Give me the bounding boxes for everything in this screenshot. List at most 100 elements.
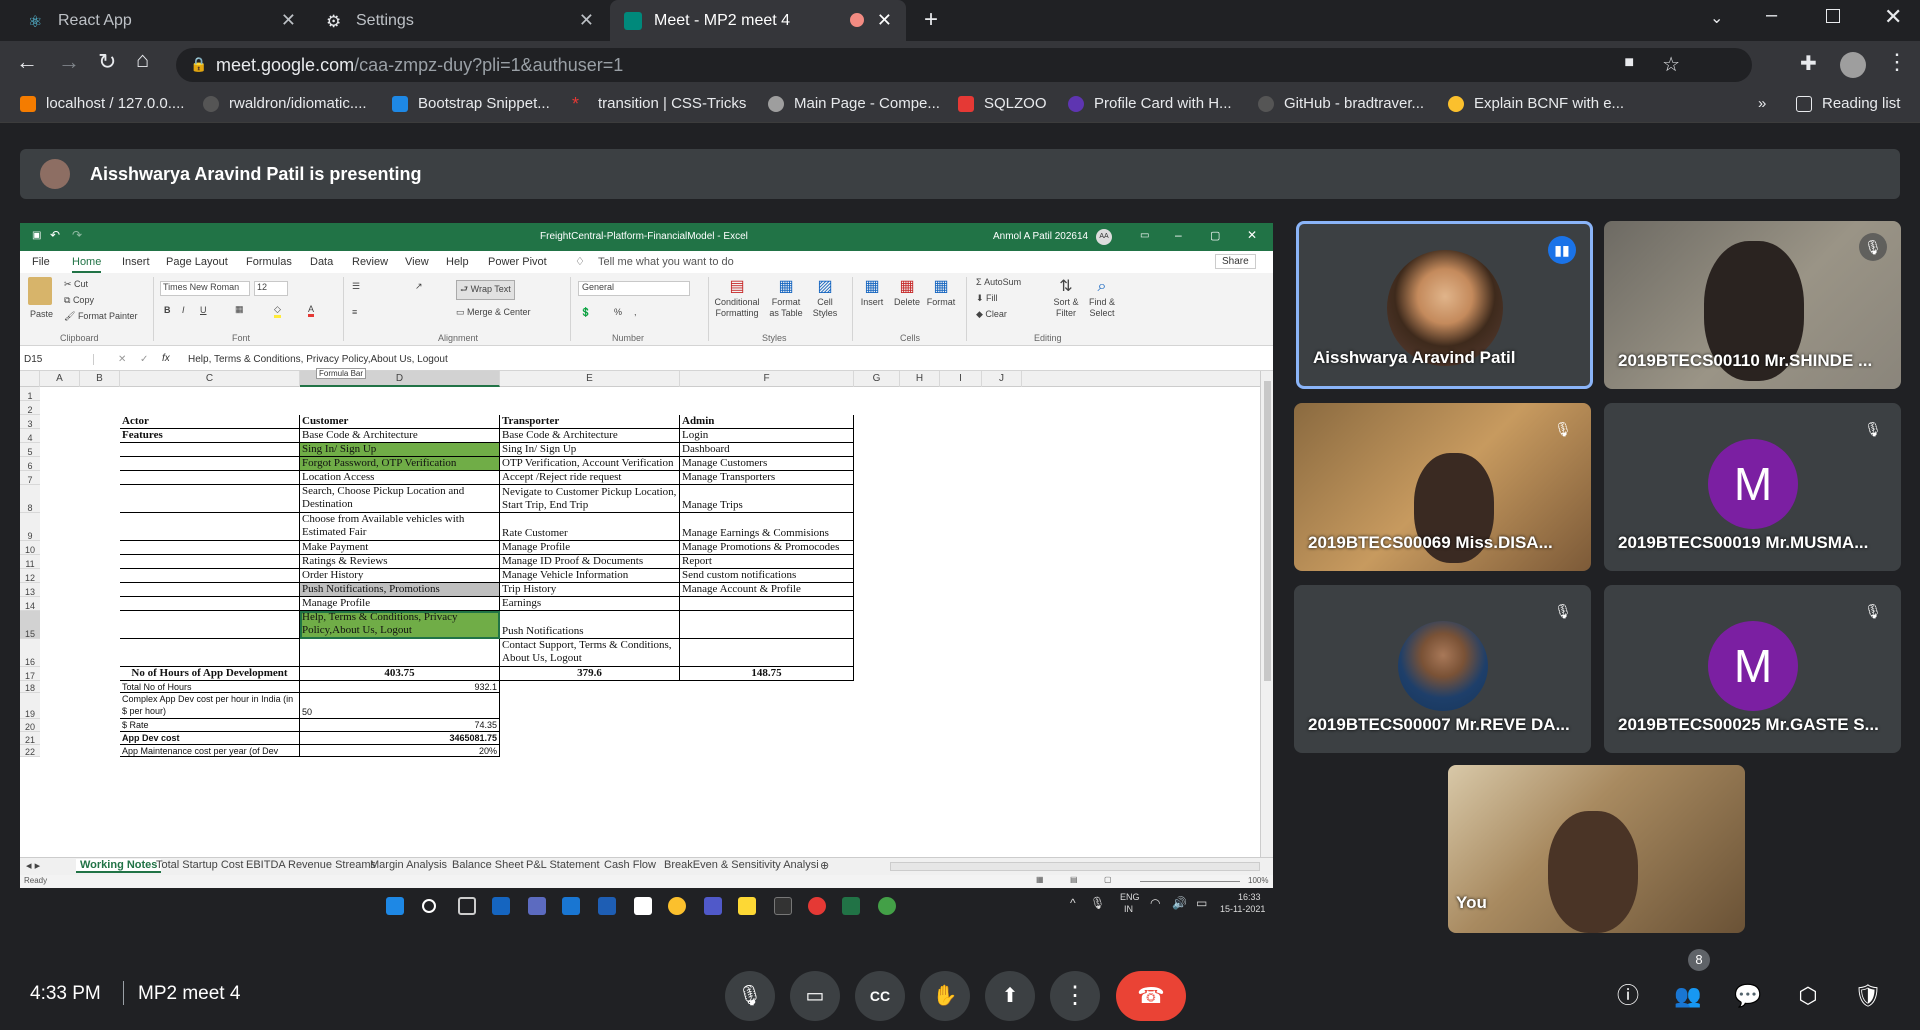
- table-cell[interactable]: $ Rate: [120, 719, 300, 732]
- name-box[interactable]: D15: [24, 354, 94, 365]
- table-cell[interactable]: [120, 443, 300, 457]
- microphone-button[interactable]: 🎙: [725, 971, 775, 1021]
- table-cell[interactable]: [120, 541, 300, 555]
- bookmark-item[interactable]: GitHub - bradtraver...: [1258, 95, 1424, 112]
- format-cells-button[interactable]: ▦ Format: [926, 277, 956, 308]
- close-icon[interactable]: ✕: [579, 10, 594, 31]
- host-controls-icon[interactable]: 🛡: [1850, 978, 1886, 1014]
- participant-tile[interactable]: ▮▮ Aisshwarya Aravind Patil: [1296, 221, 1593, 389]
- align-top-icon[interactable]: ☰: [352, 281, 360, 292]
- total-value[interactable]: 403.75: [300, 667, 500, 681]
- bookmark-item[interactable]: SQLZOO: [958, 95, 1047, 112]
- table-cell[interactable]: [120, 457, 300, 471]
- total-label[interactable]: No of Hours of App Development: [120, 667, 300, 681]
- font-size-select[interactable]: 12: [254, 281, 288, 296]
- delete-cells-button[interactable]: ▦ Delete: [892, 277, 922, 308]
- table-cell[interactable]: Login: [680, 429, 854, 443]
- wifi-icon[interactable]: ◠: [1150, 896, 1160, 910]
- excel-close-button[interactable]: ✕: [1247, 228, 1257, 242]
- table-cell[interactable]: [680, 639, 854, 667]
- table-cell[interactable]: Manage ID Proof & Documents: [500, 555, 680, 569]
- menu-help[interactable]: Help: [446, 256, 469, 268]
- participant-tile[interactable]: 🎙 2019BTECS00110 Mr.SHINDE ...: [1604, 221, 1901, 389]
- row-header[interactable]: 17: [20, 667, 40, 681]
- table-cell[interactable]: [120, 611, 300, 639]
- battery-icon[interactable]: ▭: [1196, 896, 1207, 910]
- horizontal-scrollbar[interactable]: [890, 862, 1260, 871]
- percent-icon[interactable]: %: [614, 307, 622, 317]
- row-header[interactable]: 1: [20, 387, 40, 401]
- row-header[interactable]: 22: [20, 745, 40, 757]
- table-cell[interactable]: Actor: [120, 415, 300, 429]
- table-cell[interactable]: Choose from Available vehicles with Esti…: [300, 513, 500, 541]
- chrome-icon[interactable]: [808, 897, 826, 915]
- camera-blocked-icon[interactable]: ■: [1624, 54, 1634, 72]
- copy-button[interactable]: ⧉ Copy: [64, 295, 94, 306]
- present-button[interactable]: ⬆: [985, 971, 1035, 1021]
- table-cell[interactable]: [120, 639, 300, 667]
- row-header[interactable]: 4: [20, 429, 40, 443]
- bold-button[interactable]: B: [164, 305, 171, 315]
- table-cell[interactable]: Manage Transporters: [680, 471, 854, 485]
- zoom-slider[interactable]: [1140, 881, 1240, 882]
- table-cell[interactable]: Total No of Hours: [120, 681, 300, 693]
- amazon-icon[interactable]: [634, 897, 652, 915]
- table-cell[interactable]: 932.1: [300, 681, 500, 693]
- window-close-button[interactable]: ✕: [1884, 4, 1902, 30]
- chrome-canary-icon[interactable]: [878, 897, 896, 915]
- table-cell[interactable]: Base Code & Architecture: [500, 429, 680, 443]
- table-cell[interactable]: [120, 597, 300, 611]
- participant-tile[interactable]: 🎙 2019BTECS00007 Mr.REVE DA...: [1294, 585, 1591, 753]
- extensions-icon[interactable]: ✚: [1800, 51, 1817, 76]
- undo-icon[interactable]: ↶: [50, 228, 60, 242]
- minimize-button[interactable]: –: [1766, 4, 1777, 27]
- table-cell[interactable]: Push Notifications: [500, 611, 680, 639]
- table-cell[interactable]: Rate Customer: [500, 513, 680, 541]
- sheet-tab[interactable]: Balance Sheet: [452, 859, 524, 871]
- total-value[interactable]: 379.6: [500, 667, 680, 681]
- table-cell[interactable]: [120, 569, 300, 583]
- enter-icon[interactable]: ✓: [140, 354, 148, 365]
- teams-icon[interactable]: [704, 897, 722, 915]
- menu-home[interactable]: Home: [72, 256, 102, 273]
- table-cell[interactable]: Search, Choose Pickup Location and Desti…: [300, 485, 500, 513]
- column-header[interactable]: E: [500, 371, 680, 387]
- row-header[interactable]: 9: [20, 513, 40, 541]
- row-header[interactable]: 21: [20, 732, 40, 745]
- bookmark-star-icon[interactable]: ☆: [1662, 52, 1680, 77]
- function-icon[interactable]: fx: [162, 353, 170, 364]
- chrome-icon[interactable]: [668, 897, 686, 915]
- sheet-tab[interactable]: Margin Analysis: [370, 859, 447, 871]
- table-cell[interactable]: Report: [680, 555, 854, 569]
- table-cell[interactable]: [120, 555, 300, 569]
- share-button[interactable]: Share: [1215, 254, 1256, 269]
- tab-meet[interactable]: Meet - MP2 meet 4 ✕: [610, 0, 906, 41]
- format-painter-button[interactable]: 🖌 Format Painter: [64, 311, 137, 322]
- table-cell[interactable]: Features: [120, 429, 300, 443]
- tab-settings[interactable]: ⚙ Settings ✕: [312, 0, 608, 41]
- excel-icon[interactable]: [842, 897, 860, 915]
- tab-search-icon[interactable]: ⌄: [1710, 8, 1723, 28]
- row-header[interactable]: 7: [20, 471, 40, 485]
- table-cell[interactable]: Sing In/ Sign Up: [300, 443, 500, 457]
- page-break-icon[interactable]: ▢: [1104, 875, 1112, 884]
- column-header[interactable]: I: [940, 371, 982, 387]
- table-cell[interactable]: Transporter: [500, 415, 680, 429]
- chat-icon[interactable]: [528, 897, 546, 915]
- column-header[interactable]: H: [900, 371, 940, 387]
- excel-maximize-button[interactable]: ▢: [1210, 229, 1220, 242]
- close-icon[interactable]: ✕: [877, 10, 892, 31]
- menu-data[interactable]: Data: [310, 256, 333, 268]
- captions-button[interactable]: CC: [855, 971, 905, 1021]
- table-cell[interactable]: Forgot Password, OTP Verification: [300, 457, 500, 471]
- more-bookmarks-button[interactable]: »: [1758, 95, 1766, 112]
- row-header[interactable]: 18: [20, 681, 40, 693]
- align-left-icon[interactable]: ≡: [352, 307, 357, 317]
- bookmark-item[interactable]: Explain BCNF with e...: [1448, 95, 1624, 112]
- row-header[interactable]: 3: [20, 415, 40, 429]
- participant-tile[interactable]: M 🎙 2019BTECS00019 Mr.MUSMA...: [1604, 403, 1901, 571]
- table-cell[interactable]: Send custom notifications: [680, 569, 854, 583]
- menu-power-pivot[interactable]: Power Pivot: [488, 256, 547, 268]
- orientation-icon[interactable]: ↗: [415, 281, 423, 292]
- row-header[interactable]: 6: [20, 457, 40, 471]
